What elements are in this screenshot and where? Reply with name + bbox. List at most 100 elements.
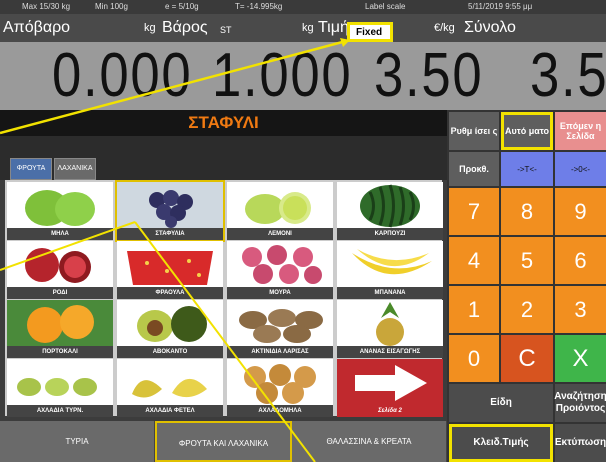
pomegranate-icon (7, 241, 113, 287)
product-search-button[interactable]: Αναζήτηση Προιόντος (554, 384, 606, 422)
strawberry-icon (117, 241, 223, 287)
product-tile[interactable]: ΜΗΛΑ (7, 182, 113, 240)
settings-button[interactable]: Ρυθμ ίσει ς (449, 112, 499, 150)
weight-label: Βάρος (162, 19, 208, 36)
apple-pear-icon (227, 359, 333, 405)
items-button[interactable]: Είδη (449, 384, 553, 422)
tare-value: 0.000 (52, 42, 193, 110)
tare-label: Απόβαρο (3, 19, 71, 36)
digit-1-key[interactable]: 1 (449, 286, 499, 333)
auto-button[interactable]: Αυτό ματο (501, 112, 553, 150)
pear-icon (7, 359, 113, 405)
scale-info-bar: Max 15/30 kg Min 100g e = 5/10g T= -14.9… (0, 0, 606, 14)
product-tile[interactable]: ΑΧΛΑΔΙΑ ΦΕΤΕΛ (117, 359, 223, 417)
product-name: ΜΗΛΑ (7, 228, 113, 240)
banana-icon (337, 241, 443, 287)
product-name: ΜΟΥΡΑ (227, 287, 333, 299)
product-name: ΑΧΛΑΔΙΑ ΦΕΤΕΛ (117, 405, 223, 417)
digit-6-key[interactable]: 6 (555, 237, 606, 284)
min-capacity: Min 100g (95, 2, 128, 11)
tab-seafood-meat[interactable]: ΘΑΛΑΣΣΙΝΑ & ΚΡΕΑΤΑ (292, 421, 447, 462)
digit-8-key[interactable]: 8 (501, 188, 553, 235)
product-panel: ΣΤΑΦΥΛΙ ΦΡΟΥΤΑ ΛΑΧΑΝΙΚΑ ΜΗΛΑ ΣΤΑΦΥΛΙΑ ΛΕ… (0, 110, 447, 462)
datetime: 5/11/2019 9:55 μμ (468, 2, 533, 11)
zero-button[interactable]: ->0<- (555, 152, 606, 186)
product-name: ΑΝΑΝΑΣ ΕΙΣΑΓΩΓΗΣ (337, 346, 443, 358)
product-name: ΑΚΤΙΝΙΔΙΑ ΛΑΡΙΣΑΣ (227, 346, 333, 358)
weight-display: 0.000 1.000 3.50 3.50 (0, 42, 606, 110)
pear-icon (117, 359, 223, 405)
product-tile[interactable]: ΑΧΛΑΔΟΜΗΛΑ (227, 359, 333, 417)
product-name: ΑΧΛΑΔΟΜΗΛΑ (227, 405, 333, 417)
product-tile[interactable]: ΑΝΑΝΑΣ ΕΙΣΑΓΩΓΗΣ (337, 300, 443, 358)
product-tile[interactable]: ΡΟΔΙ (7, 241, 113, 299)
category-tabs: ΦΡΟΥΤΑ ΛΑΧΑΝΙΚΑ (0, 136, 447, 180)
product-name: ΣΤΑΦΥΛΙΑ (117, 228, 223, 240)
product-tile[interactable]: ΠΟΡΤΟΚΑΛΙ (7, 300, 113, 358)
digit-0-key[interactable]: 0 (449, 335, 499, 382)
product-name: ΜΠΑΝΑΝΑ (337, 287, 443, 299)
department-tabs: ΤΥΡΙΑ ΦΡΟΥΤΑ ΚΑΙ ΛΑΧΑΝΙΚΑ ΘΑΛΑΣΣΙΝΑ & ΚΡ… (0, 421, 447, 462)
product-tile[interactable]: ΦΡΑΟΥΛΑ (117, 241, 223, 299)
division: e = 5/10g (165, 2, 199, 11)
total-value: 3.50 (530, 42, 606, 110)
display-labels: Απόβαρο kg Βάρος ST kg Τιμή €/kg Σύνολο (0, 14, 606, 42)
tab-vegetables[interactable]: ΛΑΧΑΝΙΚΑ (54, 158, 96, 180)
fixed-price-badge: Fixed (347, 22, 393, 42)
product-name: ΦΡΑΟΥΛΑ (117, 287, 223, 299)
weight-value: 1.000 (212, 42, 353, 110)
product-tile[interactable]: ΑΒΟΚΑΝΤΟ (117, 300, 223, 358)
next-page-tile[interactable]: Σελίδα 2 (337, 359, 443, 417)
pineapple-icon (337, 300, 443, 346)
price-label: Τιμή (318, 19, 349, 36)
watermelon-icon (337, 182, 443, 228)
digit-4-key[interactable]: 4 (449, 237, 499, 284)
selected-product-title: ΣΤΑΦΥΛΙ (0, 110, 447, 136)
print-button[interactable]: Εκτύπωση (555, 424, 606, 462)
tab-fruits[interactable]: ΦΡΟΥΤΑ (10, 158, 52, 180)
product-tile[interactable]: ΜΟΥΡΑ (227, 241, 333, 299)
preset-tare-button[interactable]: Προκθ. (449, 152, 499, 186)
next-page-label: Σελίδα 2 (337, 405, 443, 417)
digit-9-key[interactable]: 9 (555, 188, 606, 235)
keypad-panel: Ρυθμ ίσει ς Αυτό ματο Επόμεν η Σελίδα Πρ… (447, 110, 606, 462)
product-grid: ΜΗΛΑ ΣΤΑΦΥΛΙΑ ΛΕΜΟΝΙ ΚΑΡΠΟΥΖΙ ΡΟΔΙ ΦΡΑΟΥ… (5, 180, 443, 417)
product-tile[interactable]: ΚΑΡΠΟΥΖΙ (337, 182, 443, 240)
product-name: ΑΒΟΚΑΝΤΟ (117, 346, 223, 358)
tab-cheese[interactable]: ΤΥΡΙΑ (0, 421, 155, 462)
next-page-button[interactable]: Επόμεν η Σελίδα (555, 112, 606, 150)
product-tile[interactable]: ΜΠΑΝΑΝΑ (337, 241, 443, 299)
digit-2-key[interactable]: 2 (501, 286, 553, 333)
price-value: 3.50 (374, 42, 484, 110)
clear-key[interactable]: C (501, 335, 553, 382)
tare-unit: kg (144, 22, 156, 34)
label-scale: Label scale (365, 2, 406, 11)
digit-7-key[interactable]: 7 (449, 188, 499, 235)
tare-limit: T= -14.995kg (235, 2, 283, 11)
kiwi-icon (227, 300, 333, 346)
product-name: ΚΑΡΠΟΥΖΙ (337, 228, 443, 240)
lemon-icon (227, 182, 333, 228)
digit-5-key[interactable]: 5 (501, 237, 553, 284)
max-capacity: Max 15/30 kg (22, 2, 71, 11)
grapes-icon (117, 182, 223, 228)
apple-icon (7, 182, 113, 228)
arrow-right-icon (337, 359, 443, 405)
product-tile[interactable]: ΑΧΛΑΔΙΑ ΤΥΡΝ. (7, 359, 113, 417)
orange-icon (7, 300, 113, 346)
price-unit: €/kg (434, 22, 455, 34)
tab-fruits-vegetables[interactable]: ΦΡΟΥΤΑ ΚΑΙ ΛΑΧΑΝΙΚΑ (155, 421, 292, 462)
product-name: ΑΧΛΑΔΙΑ ΤΥΡΝ. (7, 405, 113, 417)
product-tile[interactable]: ΑΚΤΙΝΙΔΙΑ ΛΑΡΙΣΑΣ (227, 300, 333, 358)
product-tile[interactable]: ΛΕΜΟΝΙ (227, 182, 333, 240)
total-label: Σύνολο (464, 19, 516, 36)
digit-3-key[interactable]: 3 (555, 286, 606, 333)
stable-indicator: ST (220, 25, 232, 35)
product-name: ΛΕΜΟΝΙ (227, 228, 333, 240)
product-tile-selected[interactable]: ΣΤΑΦΥΛΙΑ (115, 180, 225, 242)
product-name: ΡΟΔΙ (7, 287, 113, 299)
close-key[interactable]: X (555, 335, 606, 382)
price-lock-button[interactable]: Κλειδ.Τιμής (449, 424, 553, 462)
tare-button[interactable]: ->T<- (501, 152, 553, 186)
raspberry-icon (227, 241, 333, 287)
